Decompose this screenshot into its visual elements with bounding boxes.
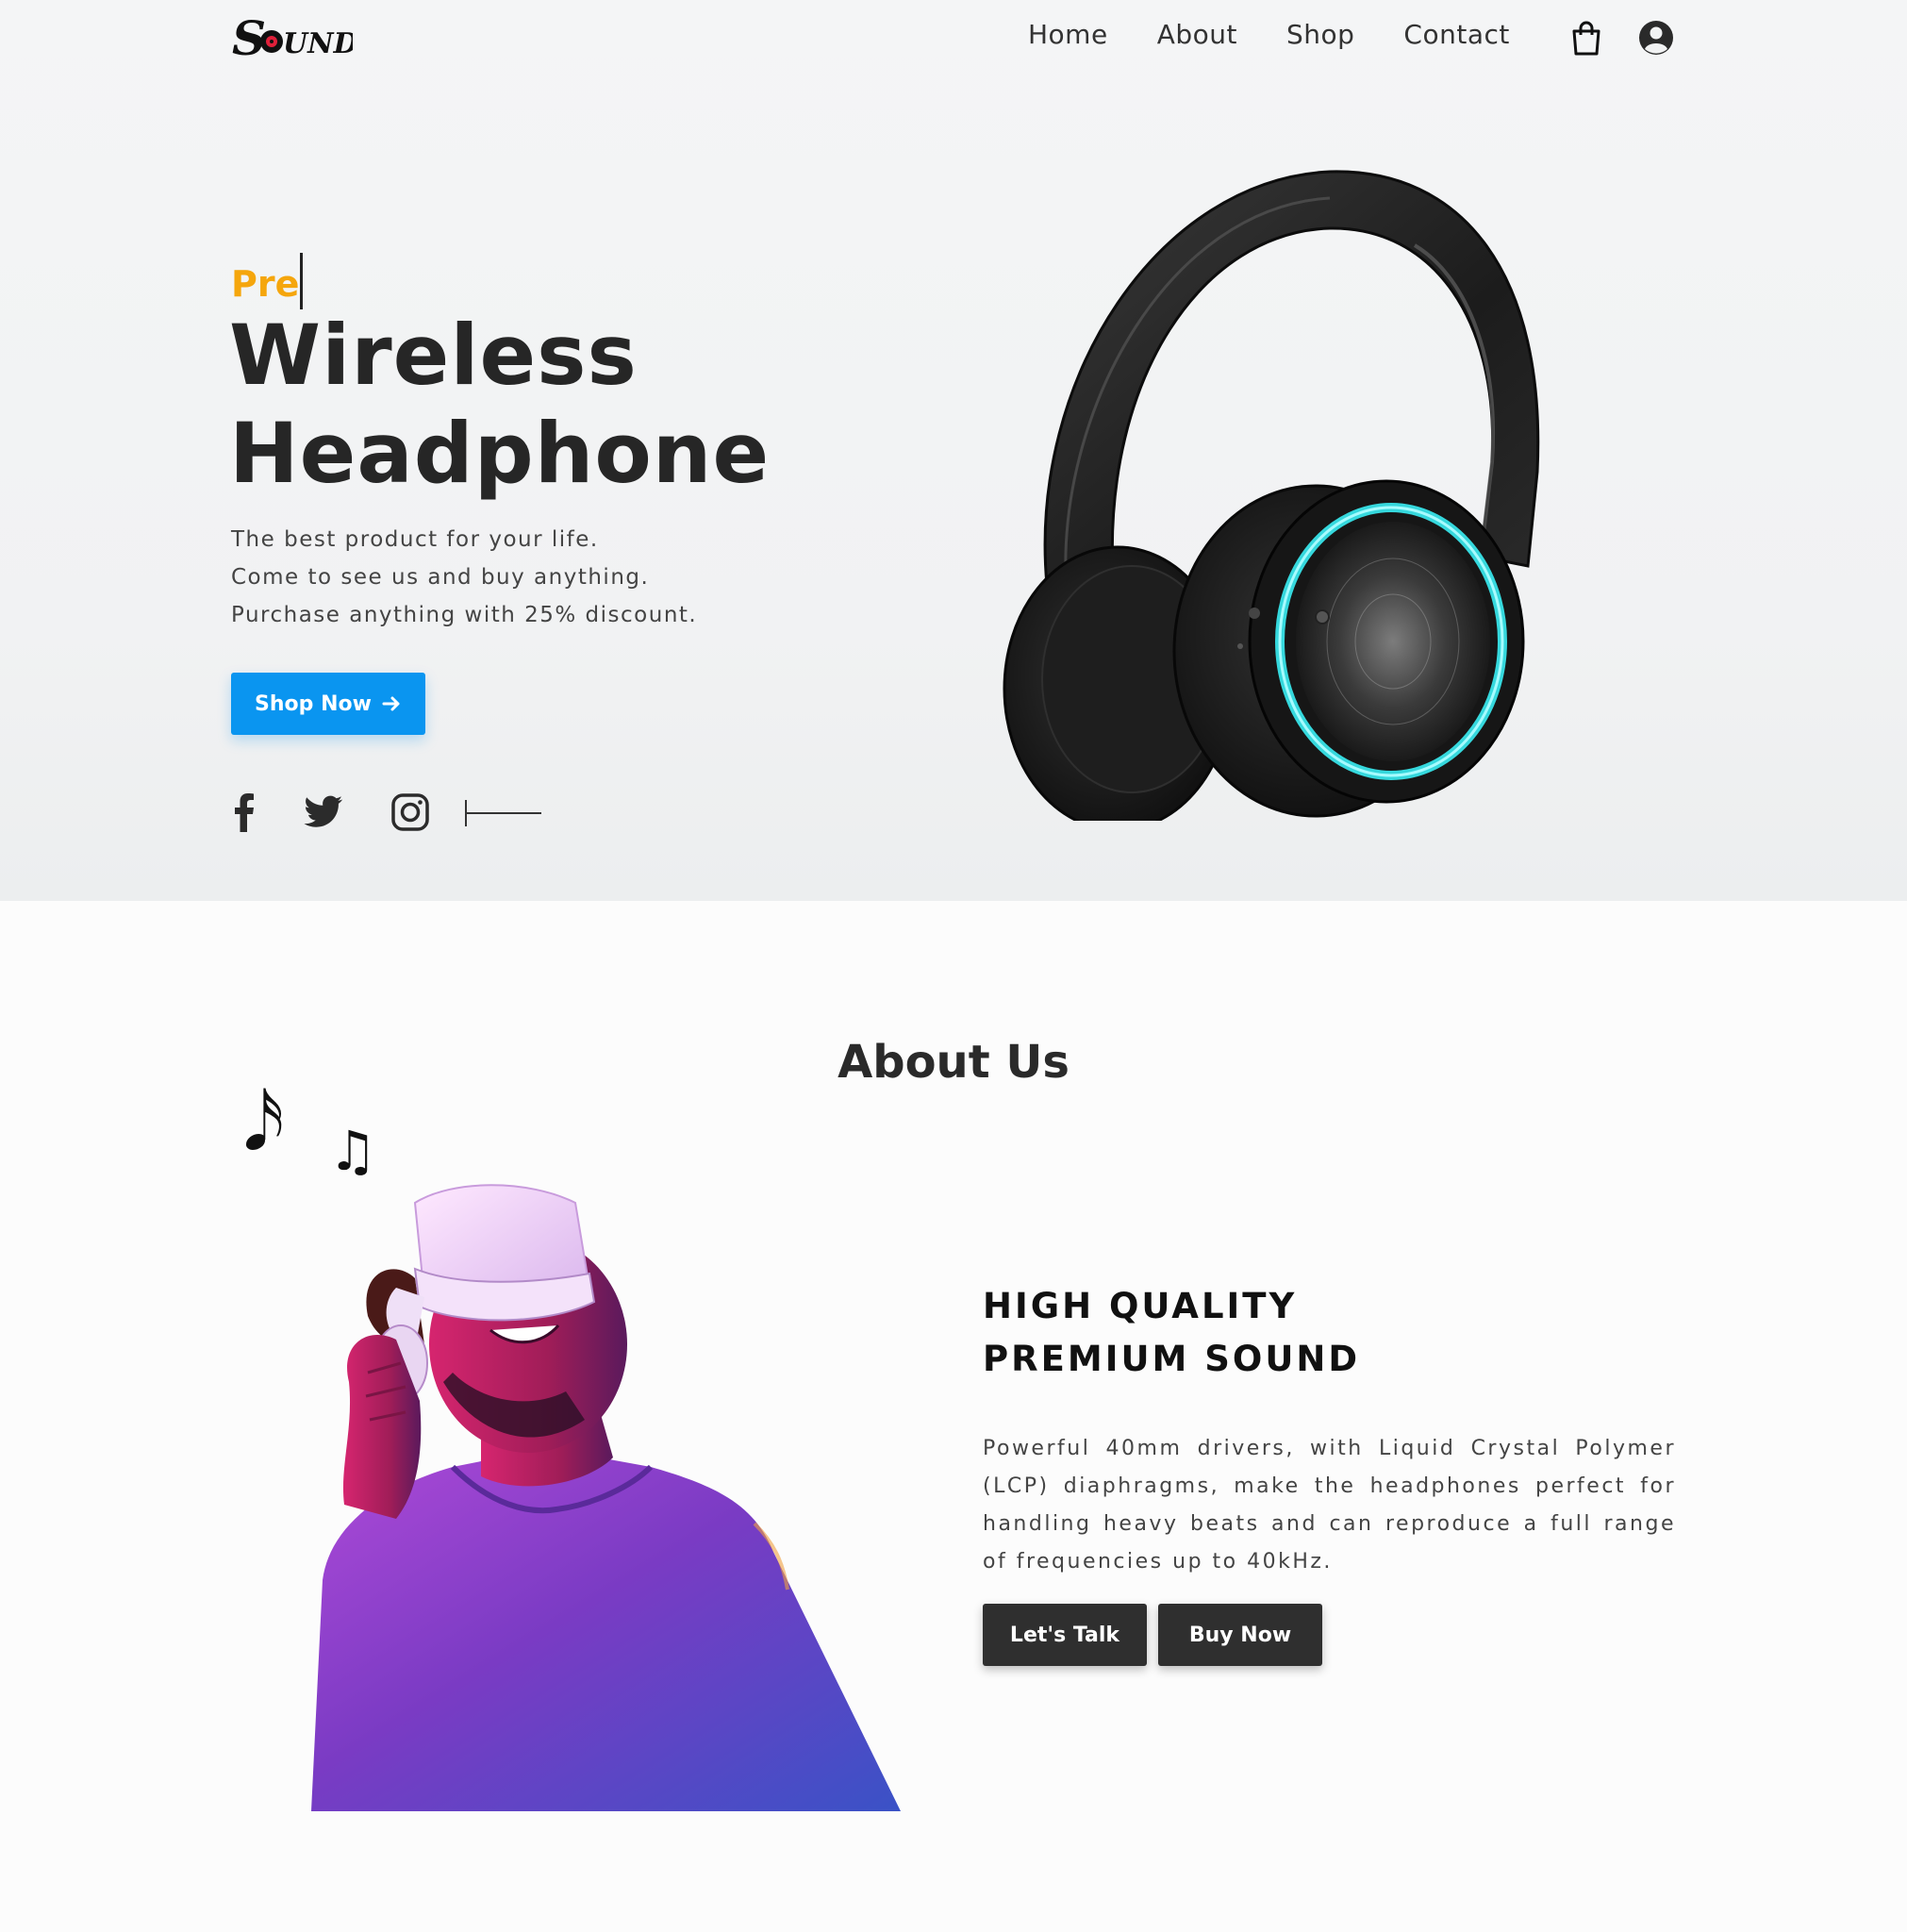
vr-person-image bbox=[311, 1184, 901, 1811]
hero-title-line1: Wireless bbox=[229, 307, 638, 404]
hero-description: The best product for your life. Come to … bbox=[231, 521, 697, 634]
headphone-image bbox=[1003, 170, 1540, 821]
nav-link-about[interactable]: About bbox=[1157, 19, 1237, 50]
hero-eyebrow-text: Pre bbox=[231, 263, 300, 305]
nav-link-home[interactable]: Home bbox=[1028, 19, 1108, 50]
about-heading-line2: PREMIUM SOUND bbox=[983, 1339, 1361, 1379]
shopping-bag-icon[interactable] bbox=[1567, 19, 1605, 57]
decorative-line bbox=[465, 800, 541, 826]
about-description: Powerful 40mm drivers, with Liquid Cryst… bbox=[983, 1437, 1676, 1574]
hero-description-line3: Purchase anything with 25% discount. bbox=[231, 603, 698, 627]
shop-now-label: Shop Now bbox=[255, 691, 372, 716]
beamed-notes-icon: ♫ bbox=[328, 1119, 377, 1183]
music-note-icon: 𝅘𝅥𝅯 bbox=[243, 1075, 285, 1168]
hero-description-line1: The best product for your life. bbox=[231, 527, 599, 552]
hero-title: Wireless Headphone bbox=[229, 307, 770, 503]
hero-description-line2: Come to see us and buy anything. bbox=[231, 565, 650, 590]
lets-talk-button[interactable]: Let's Talk bbox=[983, 1604, 1147, 1666]
brand-logo[interactable]: S UND bbox=[230, 9, 353, 66]
shop-now-button[interactable]: Shop Now bbox=[231, 673, 425, 735]
twitter-icon[interactable] bbox=[302, 791, 345, 834]
user-circle-icon[interactable] bbox=[1637, 19, 1675, 57]
facebook-icon[interactable] bbox=[223, 791, 266, 834]
instagram-icon[interactable] bbox=[389, 791, 432, 834]
buy-now-button[interactable]: Buy Now bbox=[1158, 1604, 1322, 1666]
arrow-right-icon bbox=[382, 696, 400, 711]
typing-caret bbox=[300, 253, 304, 309]
nav-link-contact[interactable]: Contact bbox=[1403, 19, 1509, 50]
svg-text:UND: UND bbox=[283, 27, 353, 60]
about-heading-line1: HIGH QUALITY bbox=[983, 1286, 1298, 1326]
hero-title-line2: Headphone bbox=[229, 405, 771, 502]
about-title: About Us bbox=[837, 1036, 1070, 1089]
about-heading: HIGH QUALITY PREMIUM SOUND bbox=[983, 1280, 1360, 1386]
main-nav: Home About Shop Contact bbox=[1028, 19, 1510, 50]
hero-eyebrow: Pre bbox=[231, 253, 304, 309]
nav-link-shop[interactable]: Shop bbox=[1286, 19, 1354, 50]
